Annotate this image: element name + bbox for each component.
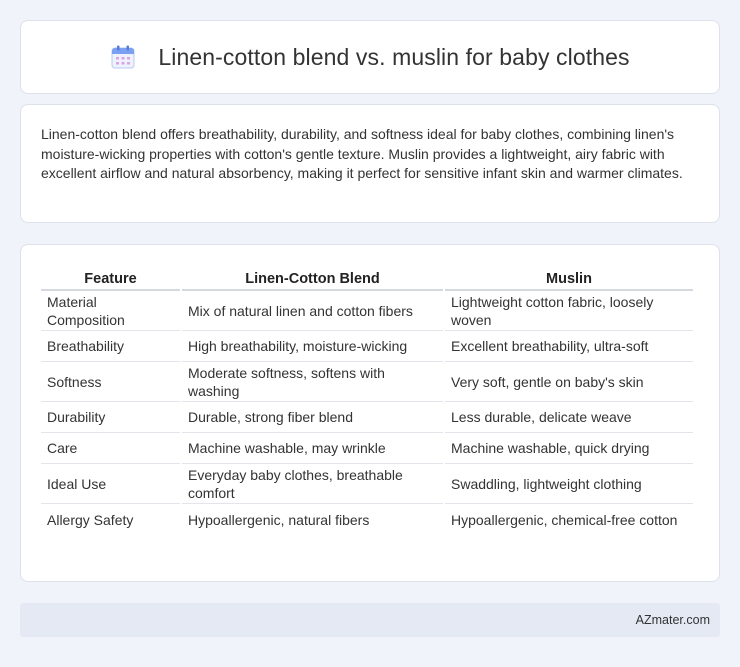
header-linen-cotton: Linen-Cotton Blend bbox=[182, 267, 443, 291]
table-row: Allergy Safety Hypoallergenic, natural f… bbox=[41, 504, 693, 535]
feature-cell: Allergy Safety bbox=[47, 511, 134, 528]
linen-cotton-cell: Durable, strong fiber blend bbox=[182, 402, 443, 433]
comparison-table-card: Feature Linen-Cotton Blend Muslin Materi… bbox=[20, 244, 720, 582]
feature-cell: Material Composition bbox=[41, 291, 180, 331]
title-card: Linen-cotton blend vs. muslin for baby c… bbox=[20, 20, 720, 94]
linen-cotton-cell: Moderate softness, softens with washing bbox=[182, 362, 443, 402]
comparison-table: Feature Linen-Cotton Blend Muslin Materi… bbox=[39, 267, 695, 535]
muslin-cell: Less durable, delicate weave bbox=[445, 402, 693, 433]
muslin-cell: Excellent breathability, ultra-soft bbox=[445, 331, 693, 362]
muslin-cell: Hypoallergenic, chemical-free cotton bbox=[451, 511, 678, 528]
muslin-cell: Swaddling, lightweight clothing bbox=[445, 464, 693, 504]
muslin-cell: Very soft, gentle on baby's skin bbox=[445, 362, 693, 402]
intro-card: Linen-cotton blend offers breathability,… bbox=[20, 104, 720, 223]
header-feature: Feature bbox=[41, 267, 180, 291]
linen-cotton-cell: Hypoallergenic, natural fibers bbox=[188, 511, 370, 528]
muslin-cell: Lightweight cotton fabric, loosely woven bbox=[445, 291, 693, 331]
linen-cotton-cell: Everyday baby clothes, breathable comfor… bbox=[182, 464, 443, 504]
feature-cell: Care bbox=[41, 433, 180, 464]
linen-cotton-cell: Machine washable, may wrinkle bbox=[182, 433, 443, 464]
footer-site-link[interactable]: AZmater.com bbox=[636, 613, 710, 627]
feature-cell: Ideal Use bbox=[41, 464, 180, 504]
table-row: Material Composition Mix of natural line… bbox=[41, 291, 693, 331]
page-title: Linen-cotton blend vs. muslin for baby c… bbox=[158, 43, 630, 70]
feature-cell: Breathability bbox=[41, 331, 180, 362]
feature-cell: Softness bbox=[41, 362, 180, 402]
linen-cotton-cell: Mix of natural linen and cotton fibers bbox=[182, 291, 443, 331]
feature-cell: Durability bbox=[41, 402, 180, 433]
table-row: Ideal Use Everyday baby clothes, breatha… bbox=[41, 464, 693, 504]
muslin-cell: Machine washable, quick drying bbox=[445, 433, 693, 464]
intro-paragraph: Linen-cotton blend offers breathability,… bbox=[41, 126, 683, 181]
footer-bar: AZmater.com bbox=[20, 603, 720, 637]
table-row: Softness Moderate softness, softens with… bbox=[41, 362, 693, 402]
table-header-row: Feature Linen-Cotton Blend Muslin bbox=[41, 267, 693, 291]
header-muslin: Muslin bbox=[445, 267, 693, 291]
linen-cotton-cell: High breathability, moisture-wicking bbox=[182, 331, 443, 362]
table-row: Care Machine washable, may wrinkle Machi… bbox=[41, 433, 693, 464]
calendar-icon bbox=[110, 44, 136, 70]
table-row: Breathability High breathability, moistu… bbox=[41, 331, 693, 362]
table-row: Durability Durable, strong fiber blend L… bbox=[41, 402, 693, 433]
